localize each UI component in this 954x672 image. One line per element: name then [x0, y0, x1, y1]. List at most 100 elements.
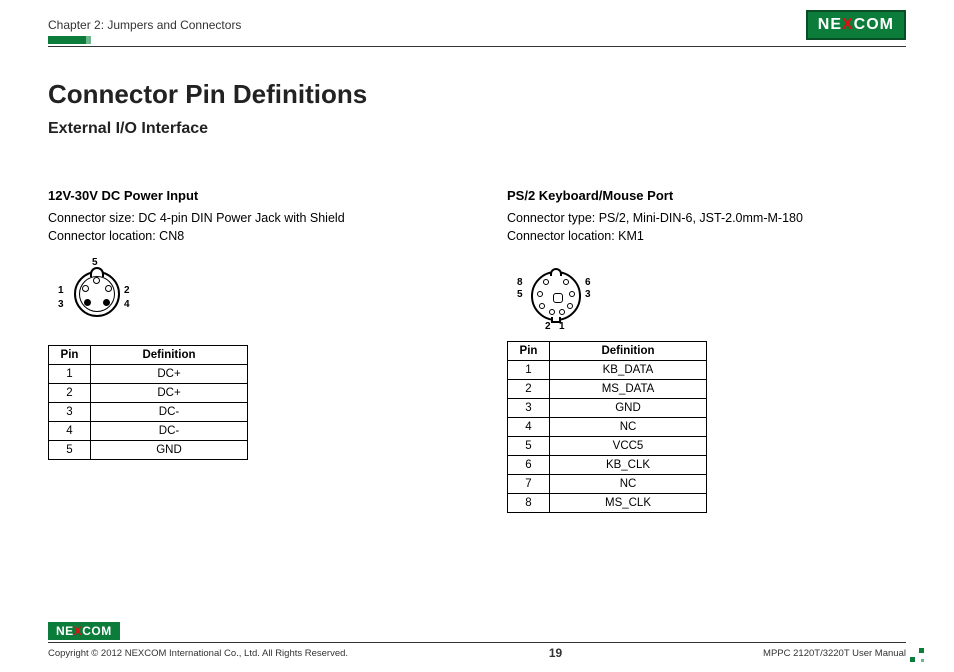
cell-def: KB_CLK	[550, 456, 707, 475]
right-column: PS/2 Keyboard/Mouse Port Connector type:…	[507, 188, 906, 513]
pin-label-8: 8	[517, 277, 523, 288]
ps2-conn-loc: Connector location: KM1	[507, 229, 644, 243]
ps2-pin	[539, 303, 545, 309]
cell-pin: 3	[49, 403, 91, 422]
ps2-connector-diagram: 8 5 6 3 2 1	[517, 259, 595, 331]
ps2-pin	[559, 309, 565, 315]
cell-pin: 5	[49, 441, 91, 460]
table-row: 3DC-	[49, 403, 248, 422]
pin-label-2: 2	[545, 321, 551, 332]
cell-def: MS_DATA	[550, 380, 707, 399]
ps2-center	[553, 293, 563, 303]
left-column: 12V-30V DC Power Input Connector size: D…	[48, 188, 447, 513]
logo-part-b: COM	[82, 624, 112, 638]
cell-def: VCC5	[550, 437, 707, 456]
nexcom-logo-footer: NEXCOM	[48, 622, 120, 640]
ps2-conn-type: Connector type: PS/2, Mini-DIN-6, JST-2.…	[507, 211, 803, 225]
dc-conn-size: Connector size: DC 4-pin DIN Power Jack …	[48, 211, 345, 225]
table-row: 1DC+	[49, 365, 248, 384]
cell-pin: 4	[49, 422, 91, 441]
chapter-label: Chapter 2: Jumpers and Connectors	[48, 18, 241, 32]
th-pin: Pin	[508, 342, 550, 361]
accent-bar-light	[86, 36, 91, 44]
cell-def: DC-	[91, 403, 248, 422]
page-number: 19	[549, 646, 562, 660]
logo-part-a: NE	[56, 624, 74, 638]
dc-connector-diagram: 5 1 2 3 4	[62, 259, 132, 329]
table-row: 4NC	[508, 418, 707, 437]
table-row: 5VCC5	[508, 437, 707, 456]
dc-pin-table: Pin Definition 1DC+ 2DC+ 3DC- 4DC- 5GND	[48, 345, 248, 460]
cell-def: DC+	[91, 365, 248, 384]
logo-part-x: X	[842, 16, 854, 34]
ps2-bottom-notch	[551, 317, 561, 323]
table-header-row: Pin Definition	[508, 342, 707, 361]
cell-def: NC	[550, 475, 707, 494]
th-def: Definition	[550, 342, 707, 361]
pin-label-4: 4	[124, 299, 130, 310]
dc-conn-loc: Connector location: CN8	[48, 229, 184, 243]
pin-label-1: 1	[58, 285, 64, 296]
table-row: 2MS_DATA	[508, 380, 707, 399]
page-header: Chapter 2: Jumpers and Connectors NEXCOM	[0, 0, 954, 40]
cell-def: KB_DATA	[550, 361, 707, 380]
cell-pin: 5	[508, 437, 550, 456]
page-title: Connector Pin Definitions	[48, 79, 906, 110]
section-subtitle: External I/O Interface	[48, 120, 906, 138]
cell-pin: 1	[49, 365, 91, 384]
ps2-notch	[550, 268, 562, 276]
ps2-outer	[531, 271, 581, 321]
content-columns: 12V-30V DC Power Input Connector size: D…	[0, 148, 954, 513]
corner-marks-icon	[910, 648, 924, 662]
cell-pin: 2	[49, 384, 91, 403]
table-row: 4DC-	[49, 422, 248, 441]
manual-title: MPPC 2120T/3220T User Manual	[763, 648, 906, 659]
cell-pin: 6	[508, 456, 550, 475]
logo-part-x: X	[74, 624, 83, 638]
ps2-pin	[537, 291, 543, 297]
cell-def: GND	[91, 441, 248, 460]
table-row: 1KB_DATA	[508, 361, 707, 380]
ps2-desc: Connector type: PS/2, Mini-DIN-6, JST-2.…	[507, 209, 906, 245]
table-header-row: Pin Definition	[49, 346, 248, 365]
connector-outer	[74, 271, 120, 317]
table-row: 5GND	[49, 441, 248, 460]
table-row: 3GND	[508, 399, 707, 418]
ps2-pin	[563, 279, 569, 285]
ps2-heading: PS/2 Keyboard/Mouse Port	[507, 188, 906, 203]
logo-part-b: COM	[854, 16, 894, 34]
table-row: 6KB_CLK	[508, 456, 707, 475]
logo-part-a: NE	[818, 16, 842, 34]
nexcom-logo: NEXCOM	[806, 10, 906, 40]
cell-def: DC+	[91, 384, 248, 403]
ps2-pin	[567, 303, 573, 309]
table-row: 2DC+	[49, 384, 248, 403]
pin-label-2: 2	[124, 285, 130, 296]
cell-pin: 4	[508, 418, 550, 437]
footer-row: Copyright © 2012 NEXCOM International Co…	[48, 646, 906, 660]
cell-pin: 3	[508, 399, 550, 418]
ps2-pin-table: Pin Definition 1KB_DATA 2MS_DATA 3GND 4N…	[507, 341, 707, 513]
table-row: 8MS_CLK	[508, 494, 707, 513]
pin-label-5: 5	[517, 289, 523, 300]
th-def: Definition	[91, 346, 248, 365]
ps2-pin	[549, 309, 555, 315]
cell-def: MS_CLK	[550, 494, 707, 513]
cell-pin: 2	[508, 380, 550, 399]
pin-label-3: 3	[585, 289, 591, 300]
page-footer: NEXCOM Copyright © 2012 NEXCOM Internati…	[0, 622, 954, 672]
cell-pin: 7	[508, 475, 550, 494]
cell-pin: 1	[508, 361, 550, 380]
copyright-text: Copyright © 2012 NEXCOM International Co…	[48, 648, 348, 659]
ps2-pin	[569, 291, 575, 297]
cell-def: NC	[550, 418, 707, 437]
footer-rule	[48, 642, 906, 643]
th-pin: Pin	[49, 346, 91, 365]
pin-label-3: 3	[58, 299, 64, 310]
dc-power-desc: Connector size: DC 4-pin DIN Power Jack …	[48, 209, 447, 245]
pin-label-6: 6	[585, 277, 591, 288]
cell-def: DC-	[91, 422, 248, 441]
accent-bar	[48, 36, 86, 44]
ps2-pin	[543, 279, 549, 285]
cell-pin: 8	[508, 494, 550, 513]
